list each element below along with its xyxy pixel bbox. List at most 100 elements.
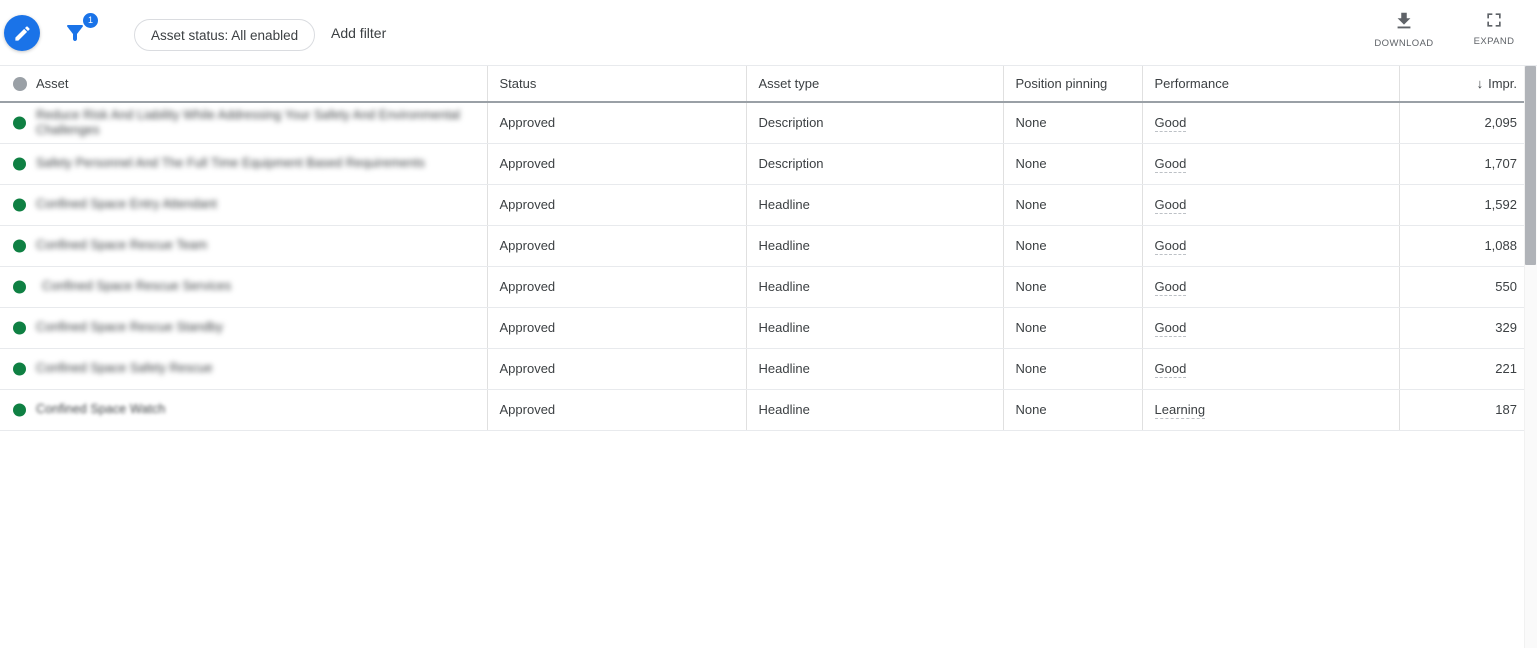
column-header-impr-label: Impr. (1488, 76, 1517, 91)
column-header-asset[interactable]: Asset (0, 66, 488, 103)
column-header-status[interactable]: Status (487, 66, 747, 103)
cell-performance: Good (1142, 102, 1400, 144)
table-row[interactable]: Confined Space Watch Approved Headline N… (0, 389, 1531, 431)
cell-position-pinning: None (1003, 307, 1143, 349)
asset-status-dot-icon (13, 198, 26, 211)
cell-asset[interactable]: Confined Space Rescue Standby (0, 307, 488, 349)
column-header-position-pinning-label: Position pinning (1015, 76, 1108, 91)
cell-performance: Good (1142, 307, 1400, 349)
table-row[interactable]: Confined Space Rescue Services Approved … (0, 266, 1531, 308)
table-header: Asset Status Asset type Position pinning… (0, 66, 1531, 103)
cell-status: Approved (487, 102, 747, 144)
vertical-scrollbar[interactable] (1524, 66, 1537, 648)
download-label: DOWNLOAD (1374, 38, 1434, 49)
add-filter-label: Add filter (331, 25, 387, 41)
cell-status: Approved (487, 225, 747, 267)
cell-impr: 2,095 (1399, 102, 1531, 144)
column-header-position-pinning[interactable]: Position pinning (1003, 66, 1143, 103)
table-row[interactable]: Safety Personnel And The Full Time Equip… (0, 143, 1531, 185)
cell-position-pinning: None (1003, 348, 1143, 390)
cell-impr: 329 (1399, 307, 1531, 349)
performance-value[interactable]: Good (1154, 115, 1187, 133)
table-row[interactable]: Confined Space Entry Attendant Approved … (0, 184, 1531, 226)
cell-asset-type: Headline (746, 184, 1004, 226)
performance-value[interactable]: Good (1154, 238, 1187, 255)
cell-performance: Good (1142, 143, 1400, 185)
performance-value[interactable]: Good (1154, 156, 1187, 173)
asset-text: Reduce Risk And Liability While Addressi… (36, 107, 461, 137)
table-body: Reduce Risk And Liability While Addressi… (0, 102, 1531, 431)
cell-asset[interactable]: Confined Space Safety Rescue (0, 348, 488, 390)
column-header-performance[interactable]: Performance (1142, 66, 1400, 103)
performance-value[interactable]: Learning (1154, 402, 1206, 419)
cell-asset-type: Headline (746, 266, 1004, 308)
asset-status-dot-icon (13, 157, 26, 170)
cell-performance: Good (1142, 225, 1400, 267)
cell-position-pinning: None (1003, 266, 1143, 308)
cell-asset[interactable]: Reduce Risk And Liability While Addressi… (0, 102, 488, 144)
cell-asset[interactable]: Confined Space Watch (0, 389, 488, 431)
column-header-asset-type-label: Asset type (758, 76, 820, 91)
table-row[interactable]: Reduce Risk And Liability While Addressi… (0, 102, 1531, 144)
cell-position-pinning: None (1003, 389, 1143, 431)
cell-status: Approved (487, 184, 747, 226)
asset-text: Confined Space Rescue Team (36, 238, 208, 252)
cell-status: Approved (487, 266, 747, 308)
expand-icon (1487, 13, 1501, 27)
asset-text: Confined Space Safety Rescue (36, 361, 213, 375)
cell-asset-type: Headline (746, 348, 1004, 390)
cell-asset-type: Headline (746, 389, 1004, 431)
cell-impr: 1,707 (1399, 143, 1531, 185)
column-header-asset-type[interactable]: Asset type (746, 66, 1004, 103)
performance-value[interactable]: Good (1154, 361, 1187, 378)
cell-asset[interactable]: Confined Space Rescue Team (0, 225, 488, 267)
cell-impr: 221 (1399, 348, 1531, 390)
add-filter-button[interactable]: Add filter (331, 25, 386, 41)
cell-asset[interactable]: Confined Space Rescue Services (0, 266, 488, 308)
cell-impr: 187 (1399, 389, 1531, 431)
cell-position-pinning: None (1003, 102, 1143, 144)
table-row[interactable]: Confined Space Rescue Team Approved Head… (0, 225, 1531, 267)
download-button[interactable]: DOWNLOAD (1373, 10, 1435, 49)
cell-status: Approved (487, 307, 747, 349)
asset-status-dot-icon (13, 362, 26, 375)
cell-performance: Learning (1142, 389, 1400, 431)
vertical-scrollbar-thumb[interactable] (1525, 66, 1536, 265)
table-row[interactable]: Confined Space Safety Rescue Approved He… (0, 348, 1531, 390)
filter-badge-count: 1 (83, 13, 98, 28)
asset-status-dot-icon (13, 116, 26, 130)
table-header-row: Asset Status Asset type Position pinning… (0, 66, 1531, 103)
asset-text: Confined Space Rescue Services (42, 279, 232, 293)
sort-descending-icon: ↓ (1476, 76, 1484, 91)
cell-asset-type: Headline (746, 307, 1004, 349)
filter-button[interactable]: 1 (63, 13, 98, 49)
download-icon (1397, 12, 1411, 29)
edit-pencil-button[interactable] (4, 15, 40, 51)
expand-button[interactable]: EXPAND (1463, 10, 1525, 47)
cell-position-pinning: None (1003, 225, 1143, 267)
table-row[interactable]: Confined Space Rescue Standby Approved H… (0, 307, 1531, 349)
cell-performance: Good (1142, 266, 1400, 308)
cell-performance: Good (1142, 184, 1400, 226)
asset-status-filter-chip[interactable]: Asset status: All enabled (134, 19, 316, 51)
performance-value[interactable]: Good (1154, 320, 1187, 337)
column-header-asset-label: Asset (36, 76, 69, 91)
column-header-status-label: Status (499, 76, 537, 91)
cell-asset-type: Description (746, 102, 1004, 144)
edit-pencil-icon (14, 25, 30, 41)
cell-impr: 1,592 (1399, 184, 1531, 226)
cell-asset[interactable]: Safety Personnel And The Full Time Equip… (0, 143, 488, 185)
cell-status: Approved (487, 389, 747, 431)
performance-value[interactable]: Good (1154, 197, 1187, 214)
status-dot-icon (13, 76, 27, 91)
asset-text: Confined Space Rescue Standby (36, 320, 224, 334)
cell-asset[interactable]: Confined Space Entry Attendant (0, 184, 488, 226)
asset-status-dot-icon (13, 280, 26, 293)
cell-position-pinning: None (1003, 143, 1143, 185)
asset-status-dot-icon (13, 321, 26, 334)
expand-label: EXPAND (1473, 36, 1515, 47)
column-header-impr[interactable]: ↓ Impr. (1399, 66, 1531, 103)
performance-value[interactable]: Good (1154, 279, 1187, 296)
asset-text: Confined Space Watch (36, 402, 166, 416)
cell-asset-type: Description (746, 143, 1004, 185)
